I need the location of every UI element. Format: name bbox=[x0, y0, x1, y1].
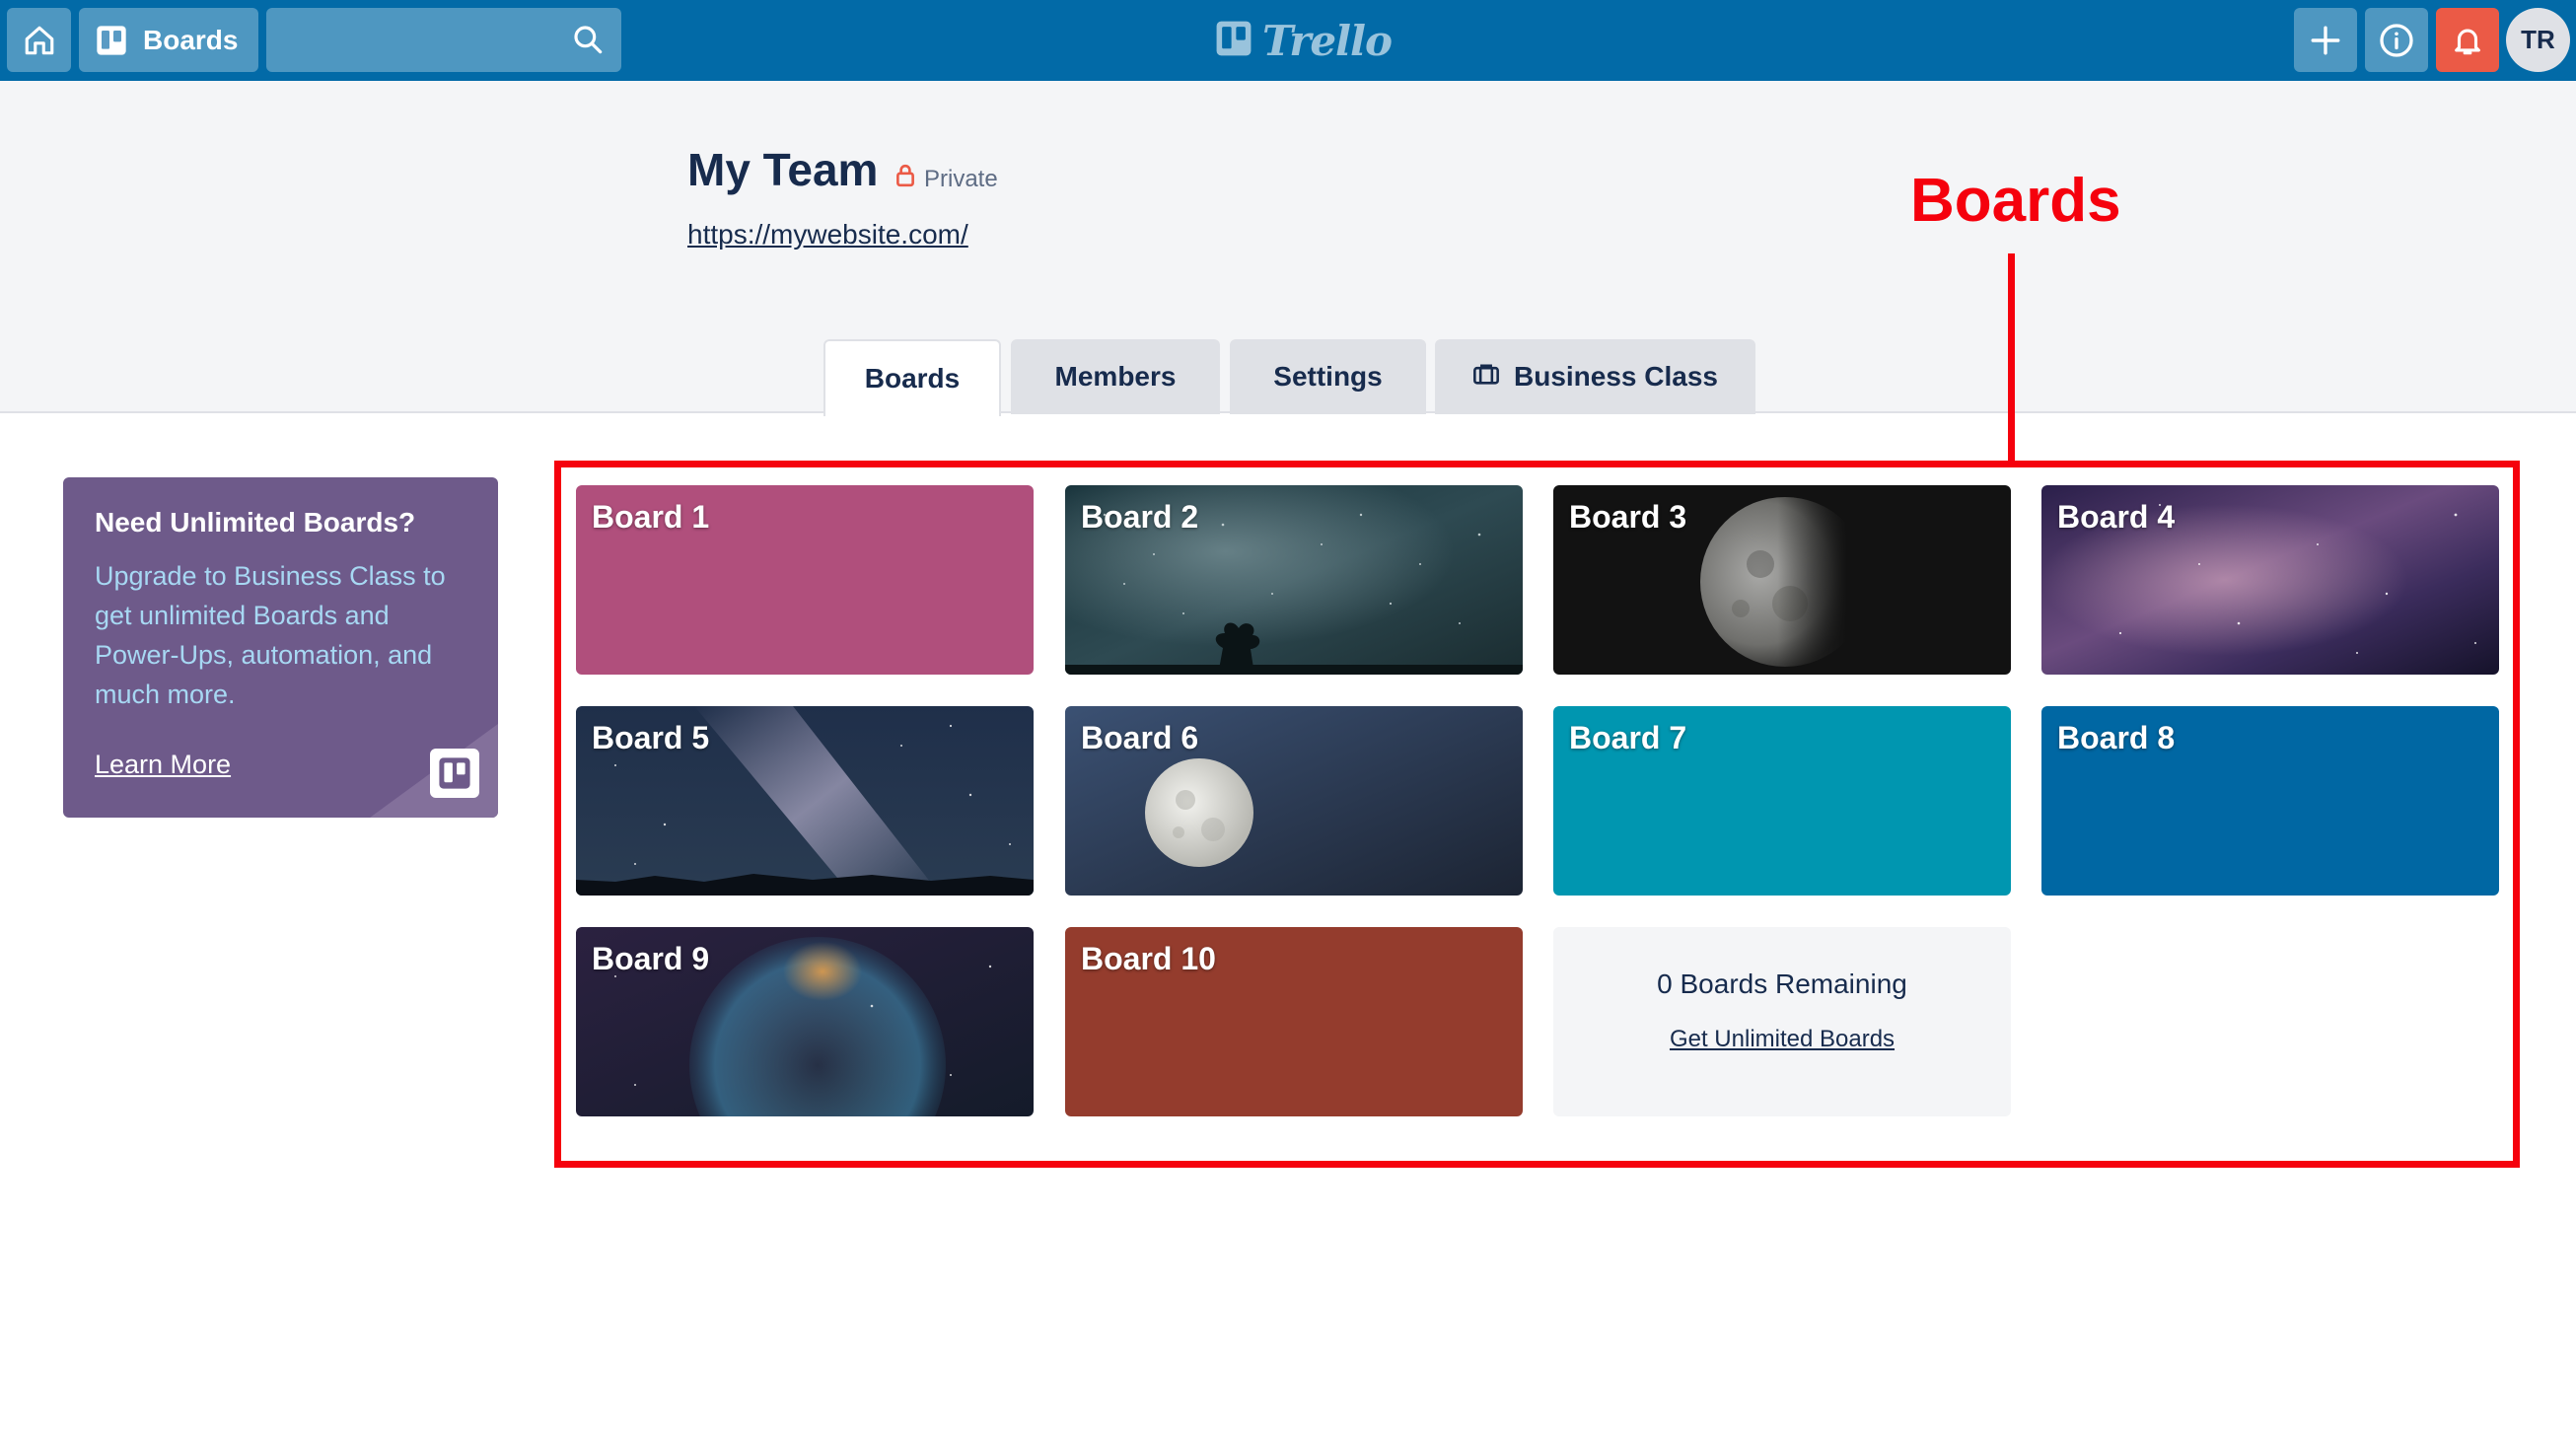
tab-members[interactable]: Members bbox=[1011, 339, 1220, 414]
annotation-pointer-line bbox=[2008, 253, 2015, 464]
briefcase-icon bbox=[1472, 361, 1514, 393]
team-website-link[interactable]: https://mywebsite.com/ bbox=[687, 219, 968, 251]
privacy-indicator[interactable]: Private bbox=[894, 164, 998, 194]
trello-logo[interactable]: Trello bbox=[1215, 16, 1393, 65]
trello-icon bbox=[430, 749, 479, 798]
trello-logo-text: Trello bbox=[1262, 16, 1393, 65]
boards-menu-label: Boards bbox=[143, 24, 239, 55]
information-button[interactable] bbox=[2365, 8, 2428, 72]
lock-icon bbox=[894, 164, 916, 194]
home-icon bbox=[23, 24, 56, 57]
team-name: My Team bbox=[687, 144, 879, 195]
notifications-button[interactable] bbox=[2436, 8, 2499, 72]
annotation-label: Boards bbox=[1910, 167, 2121, 235]
upgrade-promo-card: Need Unlimited Boards? Upgrade to Busine… bbox=[63, 477, 498, 818]
tab-business-class-label: Business Class bbox=[1514, 361, 1718, 392]
top-navigation-bar: Boards Trello TR bbox=[0, 0, 2576, 81]
bell-icon bbox=[2451, 24, 2484, 57]
search-input[interactable] bbox=[266, 8, 621, 72]
boards-menu-button[interactable]: Boards bbox=[79, 8, 258, 72]
trello-logo-icon bbox=[1215, 20, 1252, 62]
promo-body: Upgrade to Business Class to get unlimit… bbox=[95, 561, 446, 709]
promo-title: Need Unlimited Boards? bbox=[95, 507, 416, 538]
tab-business-class[interactable]: Business Class bbox=[1435, 339, 1755, 414]
home-button[interactable] bbox=[7, 8, 71, 72]
info-icon bbox=[2379, 23, 2414, 58]
annotation-highlight-box bbox=[554, 461, 2520, 1168]
tab-settings[interactable]: Settings bbox=[1230, 339, 1426, 414]
avatar[interactable]: TR bbox=[2506, 8, 2570, 72]
plus-icon bbox=[2309, 24, 2342, 57]
create-button[interactable] bbox=[2294, 8, 2357, 72]
search-icon[interactable] bbox=[572, 24, 604, 60]
privacy-label: Private bbox=[924, 165, 998, 192]
learn-more-link[interactable]: Learn More bbox=[95, 750, 231, 780]
tab-boards[interactable]: Boards bbox=[823, 339, 1001, 416]
boards-icon bbox=[96, 25, 127, 56]
